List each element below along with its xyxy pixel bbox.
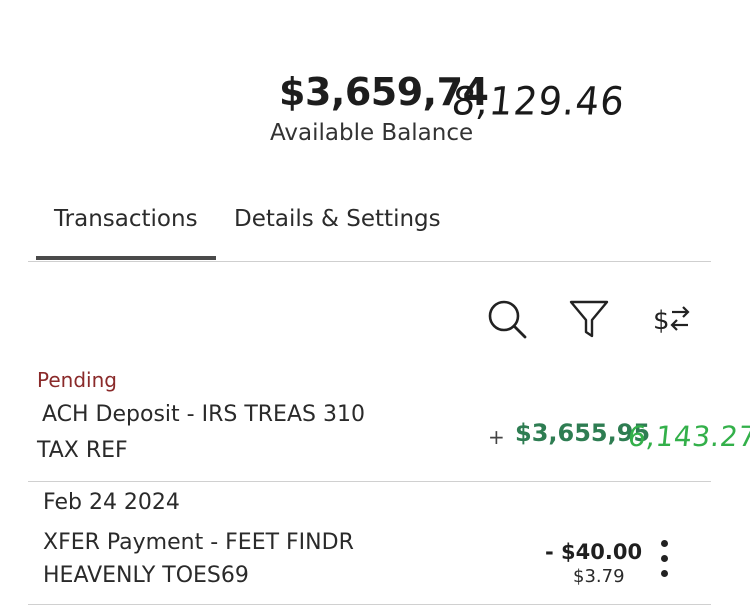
amount-handwritten-overlay: 6,143.27 (626, 420, 750, 453)
more-options-icon[interactable] (656, 540, 672, 584)
sort-amount-icon[interactable]: $ (652, 300, 692, 338)
transaction-description-line2: HEAVENLY TOES69 (43, 563, 249, 588)
credit-sign: + (488, 425, 505, 449)
transaction-amount: - $40.00 (545, 540, 643, 564)
active-tab-indicator (36, 256, 216, 260)
tab-transactions[interactable]: Transactions (54, 206, 198, 232)
tab-details-settings[interactable]: Details & Settings (234, 206, 441, 232)
transaction-date: Feb 24 2024 (43, 490, 180, 515)
filter-icon[interactable] (568, 298, 610, 340)
balance-label: Available Balance (270, 120, 474, 146)
balance-handwritten-overlay: 8,129.46 (449, 78, 628, 125)
transaction-description-line2: TAX REF (37, 438, 128, 463)
search-icon[interactable] (486, 298, 528, 340)
row-divider (28, 604, 711, 605)
svg-text:$: $ (653, 306, 670, 336)
tab-divider (28, 261, 711, 262)
transaction-sub-amount: $3.79 (573, 566, 625, 587)
transaction-description: ACH Deposit - IRS TREAS 310 (42, 402, 365, 427)
row-divider (28, 481, 711, 482)
pending-label: Pending (37, 368, 117, 392)
transaction-description: XFER Payment - FEET FINDR (43, 530, 354, 555)
